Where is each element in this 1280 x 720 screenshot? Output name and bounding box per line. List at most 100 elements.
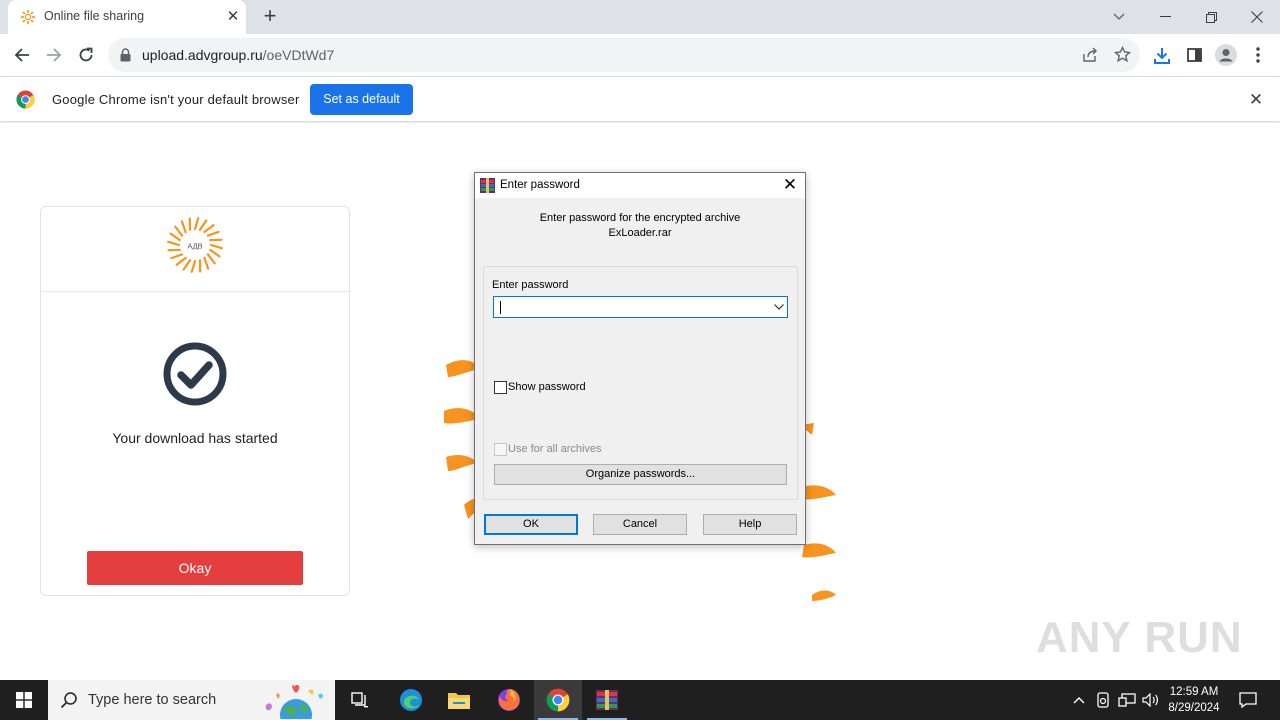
search-highlight-art-icon <box>265 684 324 719</box>
dialog-message: Enter password for the encrypted archive <box>539 212 741 224</box>
brand-text: АДВ <box>187 242 202 251</box>
taskbar-file-explorer[interactable] <box>435 680 483 720</box>
task-view-button[interactable] <box>336 680 384 720</box>
dialog-close-icon[interactable]: ✕ <box>775 173 805 198</box>
browser-toolbar: upload.advgroup.ru/oeVDtWd7 <box>0 34 1280 76</box>
chevron-up-icon <box>1073 697 1085 704</box>
start-button[interactable] <box>0 680 48 720</box>
windows-logo-icon <box>16 692 32 708</box>
download-started-message: Your download has started <box>112 430 278 446</box>
clock-time: 12:59 AM <box>1169 686 1219 698</box>
tray-device[interactable] <box>1092 690 1114 710</box>
show-hidden-icons-button[interactable] <box>1068 690 1090 710</box>
set-as-default-button[interactable]: Set as default <box>310 84 413 115</box>
notification-center-button[interactable] <box>1237 690 1259 710</box>
enter-password-dialog: Enter password ✕ Enter password for the … <box>474 172 806 545</box>
downloads-button[interactable] <box>1147 40 1177 70</box>
password-history-dropdown[interactable] <box>770 297 788 317</box>
folder-icon <box>448 693 470 709</box>
clock-date: 8/29/2024 <box>1168 702 1220 714</box>
archive-name: ExLoader.rar <box>608 227 672 239</box>
address-bar[interactable]: upload.advgroup.ru/oeVDtWd7 <box>108 38 1140 72</box>
logo-ray <box>174 225 184 237</box>
show-password-checkbox[interactable] <box>494 381 507 394</box>
side-panel-icon <box>1186 48 1202 62</box>
arrow-right-icon <box>47 48 62 62</box>
logo-ray <box>182 259 192 271</box>
taskbar-chrome[interactable] <box>534 680 582 720</box>
ok-button[interactable]: OK <box>484 514 578 535</box>
tray-volume[interactable] <box>1140 690 1162 710</box>
back-button[interactable] <box>7 40 37 70</box>
url-text: upload.advgroup.ru/oeVDtWd7 <box>142 47 334 63</box>
tab-search-button[interactable] <box>1096 0 1142 34</box>
infobar-message: Google Chrome isn't your default browser <box>52 92 300 107</box>
menu-button[interactable] <box>1243 40 1273 70</box>
cancel-button[interactable]: Cancel <box>593 514 687 535</box>
tab-strip: Online file sharing ✕ + <box>0 0 1280 34</box>
winrar-icon <box>480 178 495 193</box>
lock-icon <box>120 48 131 62</box>
chrome-logo-icon <box>16 90 35 109</box>
profile-button[interactable] <box>1211 40 1241 70</box>
logo-ray <box>175 256 187 266</box>
logo-ray <box>203 256 210 270</box>
help-button[interactable]: Help <box>703 514 797 535</box>
taskbar-search-box[interactable]: Type here to search <box>48 680 335 720</box>
logo-ray <box>169 232 181 242</box>
minimize-button[interactable] <box>1142 0 1188 34</box>
use-for-all-archives-checkbox <box>494 443 507 456</box>
winrar-icon <box>596 690 618 710</box>
infobar-close-icon[interactable]: ✕ <box>1246 90 1266 110</box>
task-view-icon <box>351 692 368 708</box>
chevron-down-icon <box>1113 13 1125 20</box>
show-password-label[interactable]: Show password <box>508 381 586 393</box>
logo-ray <box>206 230 220 237</box>
card-header: АДВ <box>41 207 349 292</box>
forward-button[interactable] <box>39 40 69 70</box>
taskbar-winrar[interactable] <box>583 680 631 720</box>
taskbar-firefox[interactable] <box>485 680 533 720</box>
bookmark-star-icon[interactable] <box>1114 46 1131 63</box>
tab-close-icon[interactable]: ✕ <box>224 8 242 26</box>
side-panel-button[interactable] <box>1179 40 1209 70</box>
reload-button[interactable] <box>71 40 101 70</box>
download-icon <box>1154 47 1170 64</box>
adv-logo: АДВ <box>167 217 223 273</box>
organize-passwords-button[interactable]: Organize passwords... <box>494 464 787 485</box>
password-input[interactable] <box>493 296 788 318</box>
arrow-left-icon <box>14 48 29 62</box>
edge-icon <box>400 689 422 711</box>
password-label: Enter password <box>492 279 569 291</box>
notification-icon <box>1239 692 1257 708</box>
logo-ray <box>167 240 181 247</box>
tab-online-file-sharing[interactable]: Online file sharing ✕ <box>8 0 246 34</box>
share-icon[interactable] <box>1082 47 1098 63</box>
url-host: upload.advgroup.ru <box>142 47 263 63</box>
dialog-titlebar[interactable]: Enter password ✕ <box>475 173 805 198</box>
chevron-down-icon <box>774 304 784 310</box>
logo-ray <box>209 248 221 258</box>
more-vert-icon <box>1256 47 1260 63</box>
taskbar-clock[interactable]: 12:59 AM 8/29/2024 <box>1162 684 1226 716</box>
text-caret <box>500 301 501 314</box>
restore-button[interactable] <box>1188 0 1234 34</box>
default-browser-infobar: Google Chrome isn't your default browser… <box>0 76 1280 122</box>
logo-ray <box>180 220 187 234</box>
sun-favicon-icon <box>21 10 35 24</box>
okay-button[interactable]: Okay <box>87 551 303 585</box>
tray-network[interactable] <box>1116 690 1138 710</box>
minimize-icon <box>1159 16 1171 17</box>
taskbar-edge[interactable] <box>387 680 435 720</box>
logo-ray <box>209 243 223 250</box>
new-tab-button[interactable]: + <box>258 5 282 29</box>
check-circle-icon <box>163 342 227 406</box>
logo-ray <box>170 253 184 260</box>
dialog-title: Enter password <box>500 179 580 191</box>
anyrun-watermark: ANY RUN <box>1036 613 1243 662</box>
logo-ray <box>206 253 216 265</box>
avatar-icon <box>1215 44 1237 66</box>
url-path: /oeVDtWd7 <box>262 47 335 63</box>
windows-taskbar: Type here to search 12:59 AM 8/29/2024 <box>0 680 1280 720</box>
close-window-button[interactable] <box>1234 0 1280 34</box>
